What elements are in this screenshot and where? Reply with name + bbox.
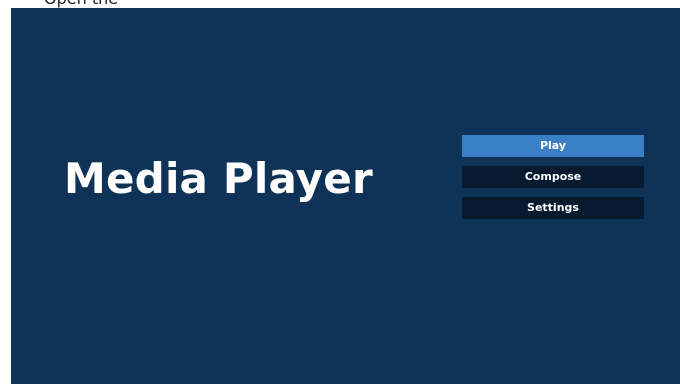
media-player-screen: Media Player Play Compose Settings <box>11 8 680 384</box>
play-button[interactable]: Play <box>462 135 644 157</box>
settings-button[interactable]: Settings <box>462 197 644 219</box>
app-title: Media Player <box>64 154 373 203</box>
compose-button[interactable]: Compose <box>462 166 644 188</box>
main-menu: Play Compose Settings <box>462 135 644 228</box>
top-caption: Open the <box>44 0 118 8</box>
